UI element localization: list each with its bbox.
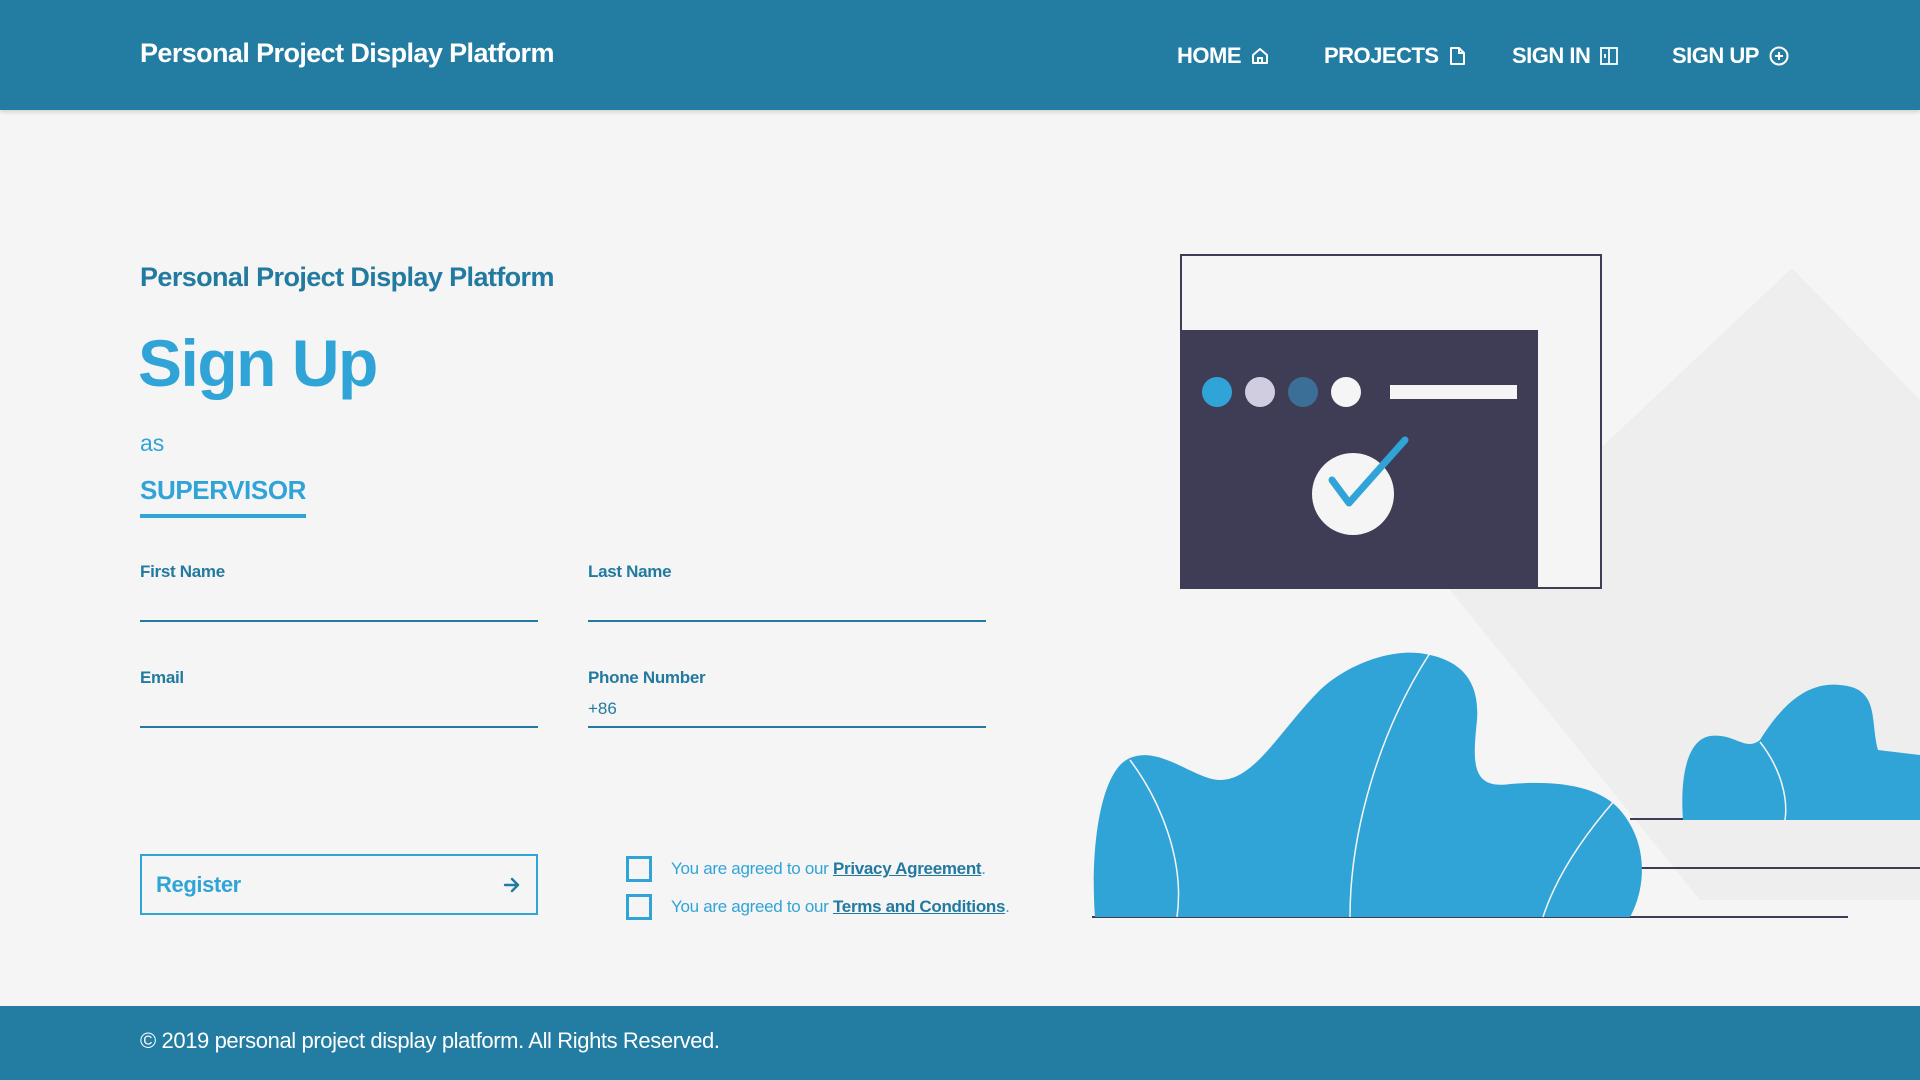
last-name-label: Last Name	[588, 562, 672, 581]
nav-sign-up-label: SIGN UP	[1672, 43, 1759, 68]
privacy-suffix: .	[981, 859, 986, 878]
home-icon	[1252, 48, 1268, 64]
register-button[interactable]: Register	[140, 854, 538, 915]
terms-agreement-row: You are agreed to our Terms and Conditio…	[626, 894, 1010, 920]
phone-field: Phone Number	[588, 668, 986, 728]
window-dot-4	[1331, 377, 1361, 407]
page-title: Sign Up	[138, 326, 378, 400]
nav-sign-up[interactable]: SIGN UP	[1672, 43, 1790, 69]
email-input[interactable]	[140, 692, 538, 728]
nav-projects-label: PROJECTS	[1324, 43, 1439, 68]
first-name-input[interactable]	[140, 586, 538, 622]
email-label: Email	[140, 668, 184, 687]
terms-prefix: You are agreed to our	[671, 897, 833, 916]
role-tab-supervisor[interactable]: SUPERVISOR	[140, 475, 306, 518]
terms-checkbox[interactable]	[626, 894, 652, 920]
phone-label: Phone Number	[588, 668, 706, 687]
privacy-agreement-link[interactable]: Privacy Agreement	[833, 859, 982, 879]
file-icon	[1449, 47, 1465, 65]
footer: © 2019 personal project display platform…	[0, 1006, 1920, 1080]
register-label: Register	[156, 871, 241, 897]
plus-circle-icon	[1769, 46, 1789, 66]
form-subtitle: Personal Project Display Platform	[140, 262, 554, 292]
nav-home-label: HOME	[1177, 43, 1242, 68]
signup-illustration	[1092, 254, 1920, 918]
window-dot-3	[1288, 377, 1318, 407]
first-name-field: First Name	[140, 562, 538, 622]
brand-title[interactable]: Personal Project Display Platform	[140, 38, 554, 69]
privacy-prefix: You are agreed to our	[671, 859, 833, 878]
first-name-label: First Name	[140, 562, 225, 581]
window-dot-1	[1202, 377, 1232, 407]
nav-projects[interactable]: PROJECTS	[1324, 43, 1466, 69]
copyright-text: © 2019 personal project display platform…	[140, 1028, 720, 1053]
window-dot-2	[1245, 377, 1275, 407]
navbar: Personal Project Display Platform HOME P…	[0, 0, 1920, 110]
window-title-bar	[1390, 385, 1517, 399]
nav-sign-in-label: SIGN IN	[1512, 43, 1591, 68]
sign-in-icon	[1600, 47, 1619, 65]
last-name-input[interactable]	[588, 586, 986, 622]
terms-link[interactable]: Terms and Conditions	[833, 897, 1006, 917]
nav-sign-in[interactable]: SIGN IN	[1512, 43, 1619, 69]
nav-home[interactable]: HOME	[1177, 43, 1270, 69]
privacy-checkbox[interactable]	[626, 856, 652, 882]
last-name-field: Last Name	[588, 562, 986, 622]
as-label: as	[140, 430, 165, 456]
arrow-right-icon	[503, 877, 520, 892]
phone-input[interactable]	[588, 692, 986, 728]
privacy-agreement-row: You are agreed to our Privacy Agreement …	[626, 856, 986, 882]
email-field: Email	[140, 668, 538, 728]
terms-suffix: .	[1005, 897, 1010, 916]
